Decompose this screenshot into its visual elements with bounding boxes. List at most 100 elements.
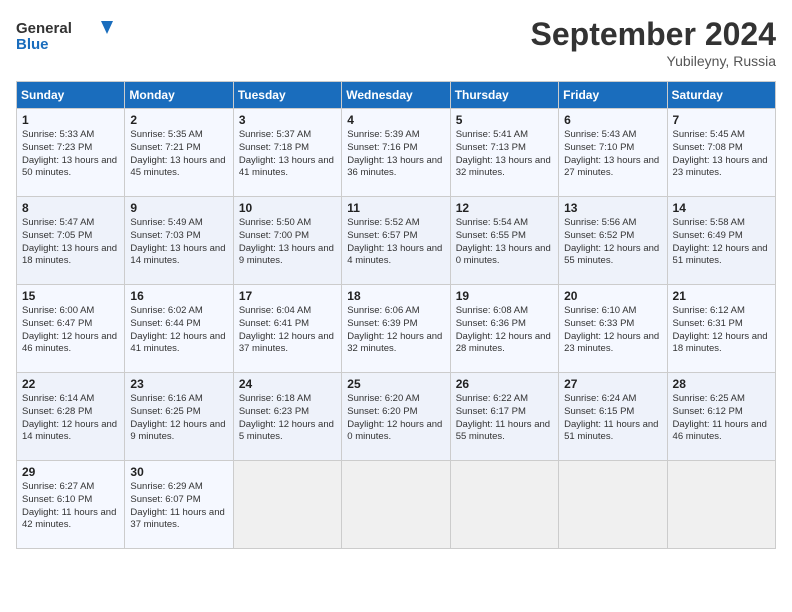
day-header-wednesday: Wednesday [342,82,450,109]
cell-info: Sunrise: 6:22 AMSunset: 6:17 PMDaylight:… [456,393,553,444]
calendar-cell: 6 Sunrise: 5:43 AMSunset: 7:10 PMDaylight… [559,109,667,197]
calendar-cell: 4 Sunrise: 5:39 AMSunset: 7:16 PMDaylight… [342,109,450,197]
calendar-cell: 18 Sunrise: 6:06 AMSunset: 6:39 PMDayligh… [342,285,450,373]
svg-text:General: General [16,20,72,37]
calendar-cell: 9 Sunrise: 5:49 AMSunset: 7:03 PMDaylight… [125,197,233,285]
calendar-cell: 24 Sunrise: 6:18 AMSunset: 6:23 PMDayligh… [233,373,341,461]
calendar-table: SundayMondayTuesdayWednesdayThursdayFrid… [16,81,776,549]
day-header-saturday: Saturday [667,82,775,109]
day-number: 26 [456,377,553,391]
calendar-cell: 16 Sunrise: 6:02 AMSunset: 6:44 PMDayligh… [125,285,233,373]
calendar-cell: 2 Sunrise: 5:35 AMSunset: 7:21 PMDaylight… [125,109,233,197]
cell-info: Sunrise: 6:06 AMSunset: 6:39 PMDaylight:… [347,305,444,356]
calendar-cell: 11 Sunrise: 5:52 AMSunset: 6:57 PMDayligh… [342,197,450,285]
calendar-cell: 27Sunrise: 6:24 AMSunset: 6:15 PMDayligh… [559,373,667,461]
cell-info: Sunrise: 5:33 AMSunset: 7:23 PMDaylight:… [22,129,119,180]
day-number: 20 [564,289,661,303]
calendar-cell: 26 Sunrise: 6:22 AMSunset: 6:17 PMDayligh… [450,373,558,461]
cell-info: Sunrise: 6:25 AMSunset: 6:12 PMDaylight:… [673,393,770,444]
day-header-tuesday: Tuesday [233,82,341,109]
day-number: 24 [239,377,336,391]
day-number: 7 [673,113,770,127]
cell-info: Sunrise: 6:18 AMSunset: 6:23 PMDaylight:… [239,393,336,444]
cell-info: Sunrise: 6:04 AMSunset: 6:41 PMDaylight:… [239,305,336,356]
day-number: 15 [22,289,119,303]
day-number: 3 [239,113,336,127]
day-number: 11 [347,201,444,215]
cell-info: Sunrise: 6:12 AMSunset: 6:31 PMDaylight:… [673,305,770,356]
day-number: 25 [347,377,444,391]
calendar-cell: 5 Sunrise: 5:41 AMSunset: 7:13 PMDaylight… [450,109,558,197]
calendar-cell: 8 Sunrise: 5:47 AMSunset: 7:05 PMDaylight… [17,197,125,285]
day-number: 18 [347,289,444,303]
logo: General Blue [16,16,116,56]
cell-info: Sunrise: 6:16 AMSunset: 6:25 PMDaylight:… [130,393,227,444]
calendar-cell [559,461,667,549]
day-number: 28 [673,377,770,391]
day-number: 9 [130,201,227,215]
cell-info: Sunrise: 5:39 AMSunset: 7:16 PMDaylight:… [347,129,444,180]
day-number: 8 [22,201,119,215]
day-number: 22 [22,377,119,391]
day-number: 23 [130,377,227,391]
cell-info: Sunrise: 6:10 AMSunset: 6:33 PMDaylight:… [564,305,661,356]
calendar-cell: 29 Sunrise: 6:27 AMSunset: 6:10 PMDayligh… [17,461,125,549]
cell-info: Sunrise: 6:14 AMSunset: 6:28 PMDaylight:… [22,393,119,444]
title-block: September 2024 Yubileyny, Russia [531,16,776,69]
logo-icon: General Blue [16,16,116,56]
day-number: 19 [456,289,553,303]
cell-info: Sunrise: 6:24 AMSunset: 6:15 PMDaylight:… [564,393,661,444]
calendar-cell: 23 Sunrise: 6:16 AMSunset: 6:25 PMDayligh… [125,373,233,461]
month-year-title: September 2024 [531,16,776,53]
cell-info: Sunrise: 5:45 AMSunset: 7:08 PMDaylight:… [673,129,770,180]
page-header: General Blue September 2024 Yubileyny, R… [16,16,776,69]
calendar-cell: 20 Sunrise: 6:10 AMSunset: 6:33 PMDayligh… [559,285,667,373]
calendar-cell: 12 Sunrise: 5:54 AMSunset: 6:55 PMDayligh… [450,197,558,285]
cell-info: Sunrise: 5:47 AMSunset: 7:05 PMDaylight:… [22,217,119,268]
cell-info: Sunrise: 5:35 AMSunset: 7:21 PMDaylight:… [130,129,227,180]
day-number: 12 [456,201,553,215]
day-number: 5 [456,113,553,127]
calendar-cell: 19 Sunrise: 6:08 AMSunset: 6:36 PMDayligh… [450,285,558,373]
calendar-cell: 30 Sunrise: 6:29 AMSunset: 6:07 PMDayligh… [125,461,233,549]
cell-info: Sunrise: 5:50 AMSunset: 7:00 PMDaylight:… [239,217,336,268]
day-number: 21 [673,289,770,303]
day-header-friday: Friday [559,82,667,109]
calendar-cell: 15 Sunrise: 6:00 AMSunset: 6:47 PMDayligh… [17,285,125,373]
day-number: 16 [130,289,227,303]
day-number: 13 [564,201,661,215]
day-header-thursday: Thursday [450,82,558,109]
day-number: 29 [22,465,119,479]
calendar-cell: 28 Sunrise: 6:25 AMSunset: 6:12 PMDayligh… [667,373,775,461]
calendar-cell [450,461,558,549]
day-number: 14 [673,201,770,215]
day-number: 4 [347,113,444,127]
day-number: 6 [564,113,661,127]
cell-info: Sunrise: 5:56 AMSunset: 6:52 PMDaylight:… [564,217,661,268]
calendar-cell: 22 Sunrise: 6:14 AMSunset: 6:28 PMDayligh… [17,373,125,461]
day-number: 2 [130,113,227,127]
cell-info: Sunrise: 5:52 AMSunset: 6:57 PMDaylight:… [347,217,444,268]
cell-info: Sunrise: 5:43 AMSunset: 7:10 PMDaylight:… [564,129,661,180]
calendar-cell: 1Sunrise: 5:33 AMSunset: 7:23 PMDaylight… [17,109,125,197]
day-header-monday: Monday [125,82,233,109]
cell-info: Sunrise: 5:54 AMSunset: 6:55 PMDaylight:… [456,217,553,268]
day-header-sunday: Sunday [17,82,125,109]
cell-info: Sunrise: 6:27 AMSunset: 6:10 PMDaylight:… [22,481,119,532]
svg-text:Blue: Blue [16,36,49,53]
calendar-cell: 17Sunrise: 6:04 AMSunset: 6:41 PMDayligh… [233,285,341,373]
cell-info: Sunrise: 6:00 AMSunset: 6:47 PMDaylight:… [22,305,119,356]
day-number: 10 [239,201,336,215]
cell-info: Sunrise: 6:02 AMSunset: 6:44 PMDaylight:… [130,305,227,356]
calendar-cell: 7 Sunrise: 5:45 AMSunset: 7:08 PMDaylight… [667,109,775,197]
cell-info: Sunrise: 5:58 AMSunset: 6:49 PMDaylight:… [673,217,770,268]
calendar-cell: 25Sunrise: 6:20 AMSunset: 6:20 PMDayligh… [342,373,450,461]
day-number: 30 [130,465,227,479]
calendar-cell: 13 Sunrise: 5:56 AMSunset: 6:52 PMDayligh… [559,197,667,285]
cell-info: Sunrise: 6:29 AMSunset: 6:07 PMDaylight:… [130,481,227,532]
calendar-cell: 3 Sunrise: 5:37 AMSunset: 7:18 PMDaylight… [233,109,341,197]
cell-info: Sunrise: 5:49 AMSunset: 7:03 PMDaylight:… [130,217,227,268]
cell-info: Sunrise: 5:37 AMSunset: 7:18 PMDaylight:… [239,129,336,180]
cell-info: Sunrise: 6:08 AMSunset: 6:36 PMDaylight:… [456,305,553,356]
cell-info: Sunrise: 5:41 AMSunset: 7:13 PMDaylight:… [456,129,553,180]
